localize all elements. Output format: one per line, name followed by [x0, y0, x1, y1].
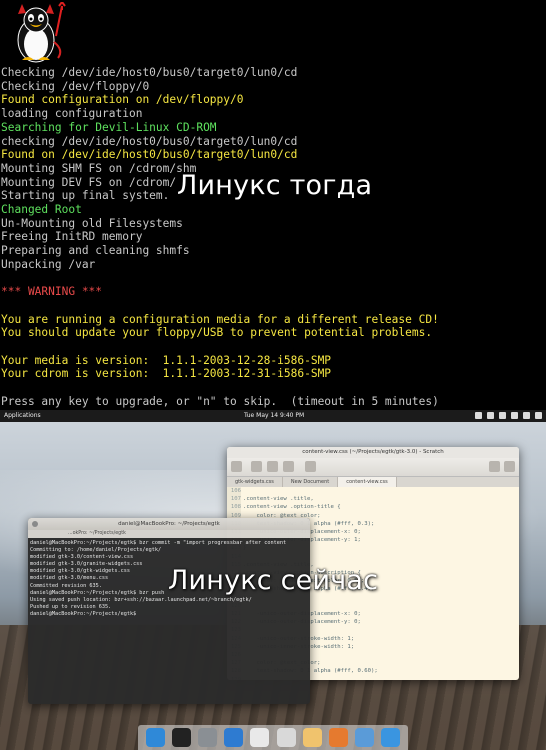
- terminal-line: Using saved push location: bzr+ssh://baz…: [30, 596, 252, 603]
- line-number: 106: [230, 488, 241, 494]
- terminal-icon[interactable]: [171, 728, 191, 747]
- redo-icon[interactable]: [283, 461, 294, 472]
- code-line: .content-view .title,: [243, 496, 314, 503]
- power-icon[interactable]: [535, 412, 542, 419]
- plank-dock: [138, 725, 408, 750]
- top-panel: Applications Tue May 14 9:40 PM: [0, 410, 546, 422]
- tab-gtk-widgets[interactable]: gtk-widgets.css: [227, 477, 283, 487]
- editor-tabs: gtk-widgets.css New Document content-vie…: [227, 477, 519, 487]
- editor-toolbar: [227, 458, 519, 477]
- brush-icon[interactable]: [276, 728, 296, 747]
- line-number: 107: [230, 496, 241, 503]
- devil-tux-logo: [17, 2, 66, 63]
- line-number: 108: [230, 504, 241, 511]
- boot-line: *** WARNING ***: [1, 285, 103, 299]
- mail-icon[interactable]: [302, 728, 322, 747]
- code-line: .content-view .option-title {: [243, 504, 341, 511]
- boot-line: Searching for Devil-Linux CD-ROM: [1, 120, 217, 134]
- system-tray: [475, 412, 542, 419]
- editor-title: content-view.css (~/Projects/egtk/gtk-3.…: [227, 447, 519, 458]
- files-icon[interactable]: [197, 728, 217, 747]
- boot-log: Checking /dev/ide/host0/bus0/target0/lun…: [1, 66, 439, 409]
- boot-line: Unpacking /var: [1, 257, 96, 271]
- network-icon[interactable]: [475, 412, 482, 419]
- wifi-icon[interactable]: [487, 412, 494, 419]
- terminal-window: daniel@MacBookPro: ~/Projects/egtk ...ok…: [28, 518, 310, 704]
- mail-indicator-icon[interactable]: [499, 412, 506, 419]
- tab-new-document[interactable]: New Document: [283, 477, 339, 487]
- terminal-title: daniel@MacBookPro: ~/Projects/egtk: [118, 521, 220, 527]
- gear-icon[interactable]: [504, 461, 515, 472]
- boot-line: Your media is version: 1.1.1-2003-12-28-…: [1, 353, 332, 367]
- boot-console-screen: Checking /dev/ide/host0/bus0/target0/lun…: [0, 0, 546, 410]
- boot-line: Un-Mounting old Filesystems: [1, 216, 183, 230]
- boot-line: Freeing InitRD memory: [1, 230, 143, 244]
- terminal-tab[interactable]: ...okPro: ~/Projects/egtk: [28, 530, 310, 538]
- music-icon[interactable]: [328, 728, 348, 747]
- boot-line: Checking /dev/ide/host0/bus0/target0/lun…: [1, 66, 298, 79]
- download-icon[interactable]: [145, 728, 165, 747]
- boot-line: checking /dev/ide/host0/bus0/target0/lun…: [1, 134, 298, 148]
- boot-line: Changed Root: [1, 203, 82, 217]
- boot-line: [1, 381, 439, 395]
- browser-icon[interactable]: [224, 728, 244, 747]
- boot-line: loading configuration: [1, 107, 143, 121]
- close-icon[interactable]: [32, 521, 38, 527]
- terminal-line: daniel@MacBookPro:~/Projects/egtk$: [30, 610, 137, 617]
- boot-line: Press any key to upgrade, or "n" to skip…: [1, 394, 439, 408]
- boot-line: Found on /dev/ide/host0/bus0/target0/lun…: [1, 148, 298, 162]
- boot-line: [1, 272, 439, 286]
- boot-line: Preparing and cleaning shmfs: [1, 244, 190, 258]
- boot-line: [1, 299, 439, 313]
- terminal-line: daniel@MacBookPro:~/Projects/egtk$ bzr c…: [30, 540, 287, 546]
- caption-linux-then: Линукс тогда: [177, 170, 373, 201]
- terminal-line: Committing to: /home/daniel/Projects/egt…: [30, 547, 162, 554]
- save-icon[interactable]: [251, 461, 262, 472]
- terminal-line: modified gtk-3.0/content-view.css: [30, 554, 134, 561]
- help-icon[interactable]: [250, 728, 270, 747]
- open-icon[interactable]: [231, 461, 242, 472]
- undo-icon[interactable]: [267, 461, 278, 472]
- share-icon[interactable]: [489, 461, 500, 472]
- battery-icon[interactable]: [523, 412, 530, 419]
- bird-icon[interactable]: [381, 728, 401, 747]
- boot-line: You should update your floppy/USB to pre…: [1, 326, 433, 340]
- terminal-titlebar: daniel@MacBookPro: ~/Projects/egtk: [28, 518, 310, 530]
- boot-line: [1, 340, 439, 354]
- caption-linux-now: Линукс сейчас: [168, 565, 379, 596]
- volume-icon[interactable]: [511, 412, 518, 419]
- terminal-line: Pushed up to revision 635.: [30, 603, 112, 610]
- boot-line: Found configuration on /dev/floppy/0: [1, 93, 244, 107]
- photos-icon[interactable]: [355, 728, 375, 747]
- applications-menu[interactable]: Applications: [4, 410, 41, 422]
- boot-line: Checking /dev/floppy/0: [1, 79, 150, 93]
- boot-line: You are running a configuration media fo…: [1, 312, 439, 326]
- search-icon[interactable]: [305, 461, 316, 472]
- panel-clock[interactable]: Tue May 14 9:40 PM: [244, 410, 304, 422]
- tab-content-view[interactable]: content-view.css: [338, 477, 397, 487]
- boot-line: Your cdrom is version: 1.1.1-2003-12-31-…: [1, 367, 332, 381]
